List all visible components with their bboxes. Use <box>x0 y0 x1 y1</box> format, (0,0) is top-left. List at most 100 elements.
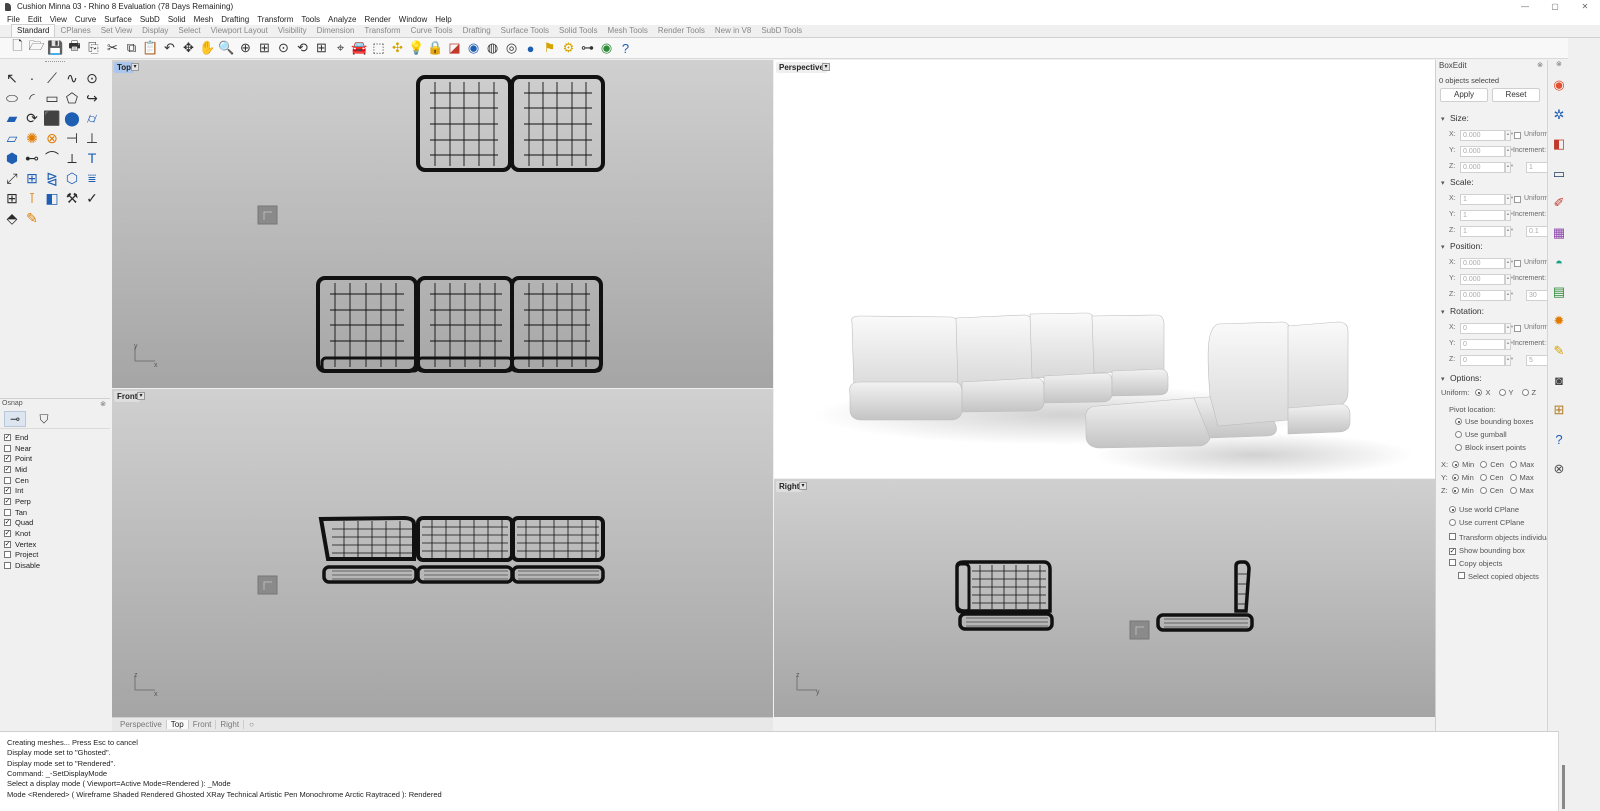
right-view-canvas[interactable]: z y <box>774 479 1435 717</box>
menu-solid[interactable]: Solid <box>164 15 190 24</box>
size-z-field[interactable]: 0.000 <box>1460 162 1505 173</box>
split-icon[interactable]: ⊣ <box>62 128 82 148</box>
layer-settings-icon[interactable]: ✲ <box>1550 106 1568 124</box>
color-wheel-icon[interactable]: ◉ <box>464 39 483 57</box>
zoom-extents-icon[interactable]: ⊞ <box>255 39 274 57</box>
gumball-icon[interactable]: ⚒ <box>62 188 82 208</box>
viewport-top-menu-icon[interactable]: ▾ <box>131 63 139 71</box>
menu-window[interactable]: Window <box>395 15 431 24</box>
polygon-icon[interactable]: ⬠ <box>62 88 82 108</box>
rhino-globe-icon[interactable]: ◉ <box>597 39 616 57</box>
tab-subd-tools[interactable]: SubD Tools <box>756 25 807 37</box>
maximize-button[interactable]: ▢ <box>1540 0 1570 13</box>
revolve-icon[interactable]: ⟳ <box>22 108 42 128</box>
size-section-header[interactable]: ▾ Size: <box>1441 113 1469 123</box>
osnap-int[interactable]: ✓ Int <box>4 485 40 496</box>
osnap-point[interactable]: ✓ Point <box>4 453 40 464</box>
uniform-y-radio[interactable] <box>1498 389 1506 396</box>
front-view-canvas[interactable]: z x <box>112 389 773 717</box>
perspective-render-canvas[interactable] <box>774 60 1435 478</box>
menu-mesh[interactable]: Mesh <box>190 15 218 24</box>
osnap-tan[interactable]: Tan <box>4 507 40 518</box>
show-bbox-checkbox[interactable]: ✓ Show bounding box <box>1449 546 1525 555</box>
tab-select[interactable]: Select <box>173 25 205 37</box>
position-section-header[interactable]: ▾ Position: <box>1441 241 1483 251</box>
viewport-right[interactable]: z y Right ▾ <box>774 479 1435 717</box>
menu-view[interactable]: View <box>46 15 71 24</box>
tab-render-tools[interactable]: Render Tools <box>653 25 710 37</box>
menu-drafting[interactable]: Drafting <box>217 15 253 24</box>
size-uniform-checkbox[interactable] <box>1514 132 1521 139</box>
rotation-section-header[interactable]: ▾ Rotation: <box>1441 306 1484 316</box>
tab-transform[interactable]: Transform <box>359 25 405 37</box>
tab-standard[interactable]: Standard <box>11 24 56 37</box>
dimension-tool-icon[interactable]: ⊺ <box>22 188 42 208</box>
tab-set-view[interactable]: Set View <box>96 25 137 37</box>
viewport-tab-top[interactable]: Top <box>166 720 189 729</box>
scale-x-spinner[interactable]: ▲▼ <box>1505 194 1514 205</box>
scale-uniform-checkbox[interactable] <box>1514 196 1521 203</box>
polyline-icon[interactable]: ⟋ <box>42 68 62 88</box>
rotate-view-icon[interactable]: ⟲ <box>293 39 312 57</box>
scale-x-field[interactable]: 1 <box>1460 194 1505 205</box>
viewport-front-menu-icon[interactable]: ▾ <box>137 392 145 400</box>
copy-icon[interactable]: ⧉ <box>122 39 141 57</box>
osnap-knot-checkbox[interactable]: ✓ <box>4 530 11 538</box>
rotation-x-spinner[interactable]: ▲▼ <box>1505 323 1514 334</box>
menu-file[interactable]: File <box>3 15 24 24</box>
position-z-field[interactable]: 0.000 <box>1460 290 1505 301</box>
zoom-selected-icon[interactable]: ⊙ <box>274 39 293 57</box>
menu-transform[interactable]: Transform <box>253 15 297 24</box>
tab-visibility[interactable]: Visibility <box>273 25 312 37</box>
osnap-project-checkbox[interactable] <box>4 551 11 559</box>
trim-icon[interactable]: ⊥ <box>82 128 102 148</box>
size-y-spinner[interactable]: ▲▼ <box>1505 146 1514 157</box>
osnap-quad-checkbox[interactable]: ✓ <box>4 519 11 527</box>
osnap-quad[interactable]: ✓ Quad <box>4 518 40 529</box>
osnap-target-icon[interactable]: ⊸ <box>4 411 26 427</box>
rotation-z-field[interactable]: 0 <box>1460 355 1505 366</box>
help-panel-icon[interactable]: ? <box>1550 430 1568 448</box>
cage-edit-icon[interactable]: ⬡ <box>62 168 82 188</box>
extrude-icon[interactable]: ▱ <box>2 128 22 148</box>
size-x-field[interactable]: 0.000 <box>1460 130 1505 141</box>
tab-mesh-tools[interactable]: Mesh Tools <box>603 25 653 37</box>
fillet-edge-icon[interactable]: ⌒ <box>42 148 62 168</box>
layers-panel-icon[interactable]: ◧ <box>1550 135 1568 153</box>
dimension-icon[interactable]: ⊶ <box>578 39 597 57</box>
select-arrow-icon[interactable]: ↖ <box>2 68 22 88</box>
rotation-uniform-checkbox[interactable] <box>1514 325 1521 332</box>
mesh-icon[interactable]: ✺ <box>22 128 42 148</box>
size-y-field[interactable]: 0.000 <box>1460 146 1505 157</box>
snap-icon[interactable]: ⚑ <box>540 39 559 57</box>
pivot-x-min-radio[interactable] <box>1452 461 1460 468</box>
command-scroll-thumb[interactable] <box>1562 765 1565 809</box>
viewport-front[interactable]: z x Front ▾ <box>112 389 773 717</box>
position-uniform-checkbox[interactable] <box>1514 260 1521 267</box>
osnap-end[interactable]: ✓ End <box>4 432 40 443</box>
import-icon[interactable]: ⎘ <box>84 39 103 57</box>
set-cplane-icon[interactable]: ⌖ <box>331 39 350 57</box>
scale-z-field[interactable]: 1 <box>1460 226 1505 237</box>
osnap-vertex[interactable]: ✓ Vertex <box>4 539 40 550</box>
pivot-gumball-option[interactable]: Use gumball <box>1455 430 1507 439</box>
tab-surface-tools[interactable]: Surface Tools <box>496 25 554 37</box>
menu-analyze[interactable]: Analyze <box>324 15 360 24</box>
osnap-tan-checkbox[interactable] <box>4 508 11 516</box>
pivot-z-min-radio[interactable] <box>1451 487 1459 494</box>
mirror-icon[interactable]: ⧎ <box>42 168 62 188</box>
render-sphere-icon[interactable]: ◎ <box>502 39 521 57</box>
cut-icon[interactable]: ✂ <box>103 39 122 57</box>
globe-icon[interactable]: ● <box>521 39 540 57</box>
viewport-right-menu-icon[interactable]: ▾ <box>799 482 807 490</box>
help-icon[interactable]: ? <box>616 39 635 57</box>
osnap-knot[interactable]: ✓ Knot <box>4 528 40 539</box>
size-x-spinner[interactable]: ▲▼ <box>1505 130 1514 141</box>
lights-icon[interactable]: ✎ <box>1550 342 1568 360</box>
pivot-y-max-radio[interactable] <box>1509 474 1517 481</box>
tab-cplanes[interactable]: CPlanes <box>55 25 95 37</box>
pivot-z-cen-radio[interactable] <box>1479 487 1487 494</box>
curve-icon[interactable]: ∿ <box>62 68 82 88</box>
osnap-int-checkbox[interactable]: ✓ <box>4 487 11 495</box>
command-history[interactable]: Creating meshes... Press Esc to cancel Di… <box>0 731 1560 811</box>
